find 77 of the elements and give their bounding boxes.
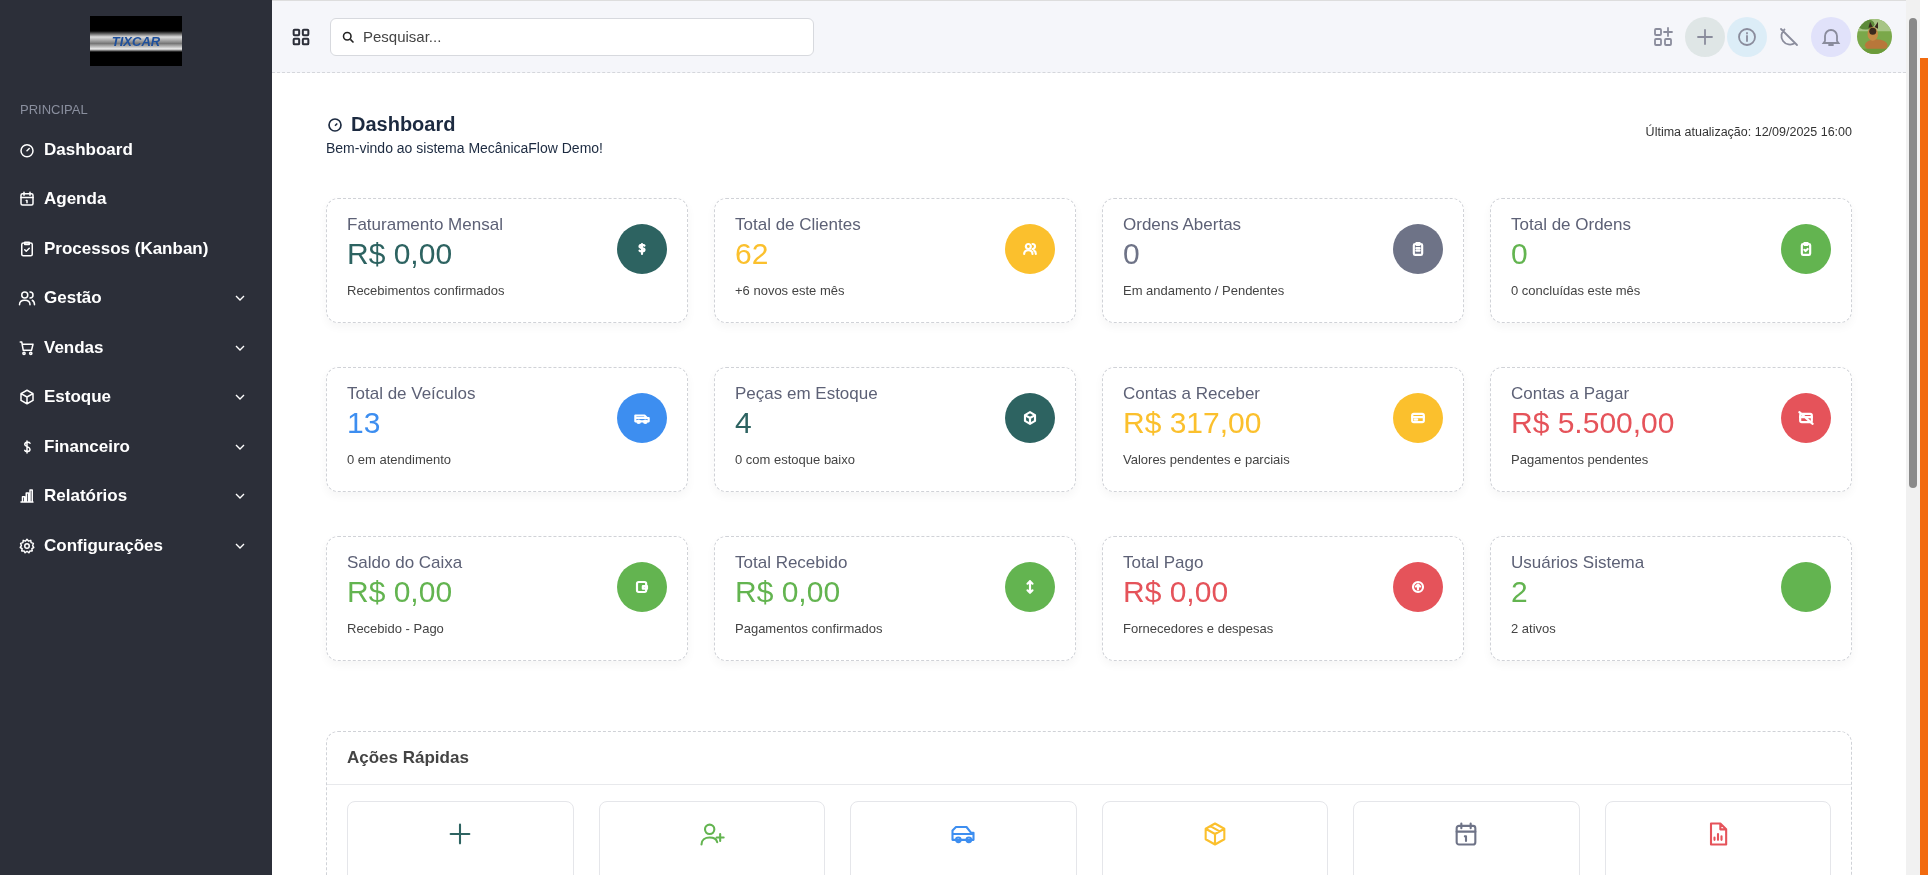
section-label: PRINCIPAL bbox=[20, 102, 89, 117]
card-value: R$ 0,00 bbox=[347, 237, 454, 271]
sidebar-item[interactable]: Estoque bbox=[0, 372, 272, 422]
last-update-text: Última atualização: 12/09/2025 16:00 bbox=[1645, 125, 1852, 139]
nav-icon bbox=[18, 338, 36, 357]
card-value: 0 bbox=[1123, 237, 1141, 271]
card-note: Fornecedores e despesas bbox=[1123, 621, 1274, 636]
stat-icon bbox=[617, 562, 667, 612]
sidebar-item[interactable]: Processos (Kanban) bbox=[0, 224, 272, 274]
nav-icon bbox=[18, 487, 36, 506]
stat-icon bbox=[1781, 224, 1831, 274]
add-button[interactable] bbox=[1685, 16, 1725, 57]
card-value: 2 bbox=[1511, 575, 1529, 609]
card-value: R$ 0,00 bbox=[1123, 575, 1230, 609]
stat-icon bbox=[1393, 224, 1443, 274]
card-value: 4 bbox=[735, 406, 753, 440]
card-title: Total de Ordens bbox=[1511, 215, 1632, 235]
info-button[interactable] bbox=[1727, 16, 1767, 57]
card-value: 0 bbox=[1511, 237, 1529, 271]
sidebar-item[interactable]: Agenda bbox=[0, 174, 272, 224]
card-note: 0 concluídas este mês bbox=[1511, 283, 1641, 298]
notification-button[interactable] bbox=[1811, 16, 1851, 57]
stat-icon bbox=[1781, 562, 1831, 612]
card-title: Total de Veículos bbox=[347, 384, 476, 404]
nav-icon bbox=[18, 536, 36, 555]
card-title: Peças em Estoque bbox=[735, 384, 878, 404]
card-title: Total de Clientes bbox=[735, 215, 861, 235]
welcome-text: Bem-vindo ao sistema MecânicaFlow Demo! bbox=[326, 140, 603, 156]
sidebar-item[interactable]: Gestão bbox=[0, 273, 272, 323]
card-value: R$ 0,00 bbox=[347, 575, 454, 609]
nav-icon bbox=[18, 289, 36, 308]
gauge-icon bbox=[326, 115, 344, 134]
sidebar-item[interactable]: Relatórios bbox=[0, 471, 272, 521]
sidebar-item[interactable]: Dashboard bbox=[0, 125, 272, 175]
card-note: 2 ativos bbox=[1511, 621, 1557, 636]
card-note: +6 novos este mês bbox=[735, 283, 846, 298]
card-value: R$ 317,00 bbox=[1123, 406, 1263, 440]
card-title: Usuários Sistema bbox=[1511, 553, 1645, 573]
stat-icon bbox=[617, 224, 667, 274]
card-value: R$ 0,00 bbox=[735, 575, 842, 609]
card-title: Faturamento Mensal bbox=[347, 215, 504, 235]
logo: TIXCAR bbox=[90, 16, 182, 66]
card-title: Saldo do Caixa bbox=[347, 553, 463, 573]
stat-icon bbox=[1781, 393, 1831, 443]
card-note: Recebimentos confirmados bbox=[347, 283, 505, 298]
card-note: Valores pendentes e parciais bbox=[1123, 452, 1290, 467]
page-title: Dashboard bbox=[351, 113, 456, 136]
stat-icon bbox=[1005, 393, 1055, 443]
nav-icon bbox=[18, 388, 36, 407]
stat-icon bbox=[1005, 562, 1055, 612]
card-note: Em andamento / Pendentes bbox=[1123, 283, 1285, 298]
card-note: Recebido - Pago bbox=[347, 621, 445, 636]
panel-title: Ações Rápidas bbox=[327, 732, 1851, 785]
card-note: Pagamentos confirmados bbox=[735, 621, 883, 636]
search-icon bbox=[341, 29, 356, 45]
nav-icon bbox=[18, 239, 36, 258]
card-note: 0 com estoque baixo bbox=[735, 452, 856, 467]
card-value: 13 bbox=[347, 406, 382, 440]
card-title: Contas a Pagar bbox=[1511, 384, 1631, 404]
card-note: Pagamentos pendentes bbox=[1511, 452, 1650, 467]
scrollbar[interactable] bbox=[1906, 0, 1920, 875]
stat-icon bbox=[1005, 224, 1055, 274]
card-title: Contas a Receber bbox=[1123, 384, 1262, 404]
nav-icon bbox=[18, 190, 36, 209]
stat-icon bbox=[1393, 393, 1443, 443]
stat-icon bbox=[617, 393, 667, 443]
stat-icon bbox=[1393, 562, 1443, 612]
card-title: Total Recebido bbox=[735, 553, 849, 573]
card-value: 62 bbox=[735, 237, 770, 271]
sidebar-item[interactable]: Financeiro bbox=[0, 422, 272, 472]
card-value: R$ 5.500,00 bbox=[1511, 406, 1675, 440]
sidebar-item[interactable]: Vendas bbox=[0, 323, 272, 373]
search-field[interactable]: Pesquisar... bbox=[330, 17, 814, 56]
card-title: Ordens Abertas bbox=[1123, 215, 1243, 235]
card-note: 0 em atendimento bbox=[347, 452, 453, 467]
sidebar-item[interactable]: Configurações bbox=[0, 521, 272, 571]
card-title: Total Pago bbox=[1123, 553, 1205, 573]
